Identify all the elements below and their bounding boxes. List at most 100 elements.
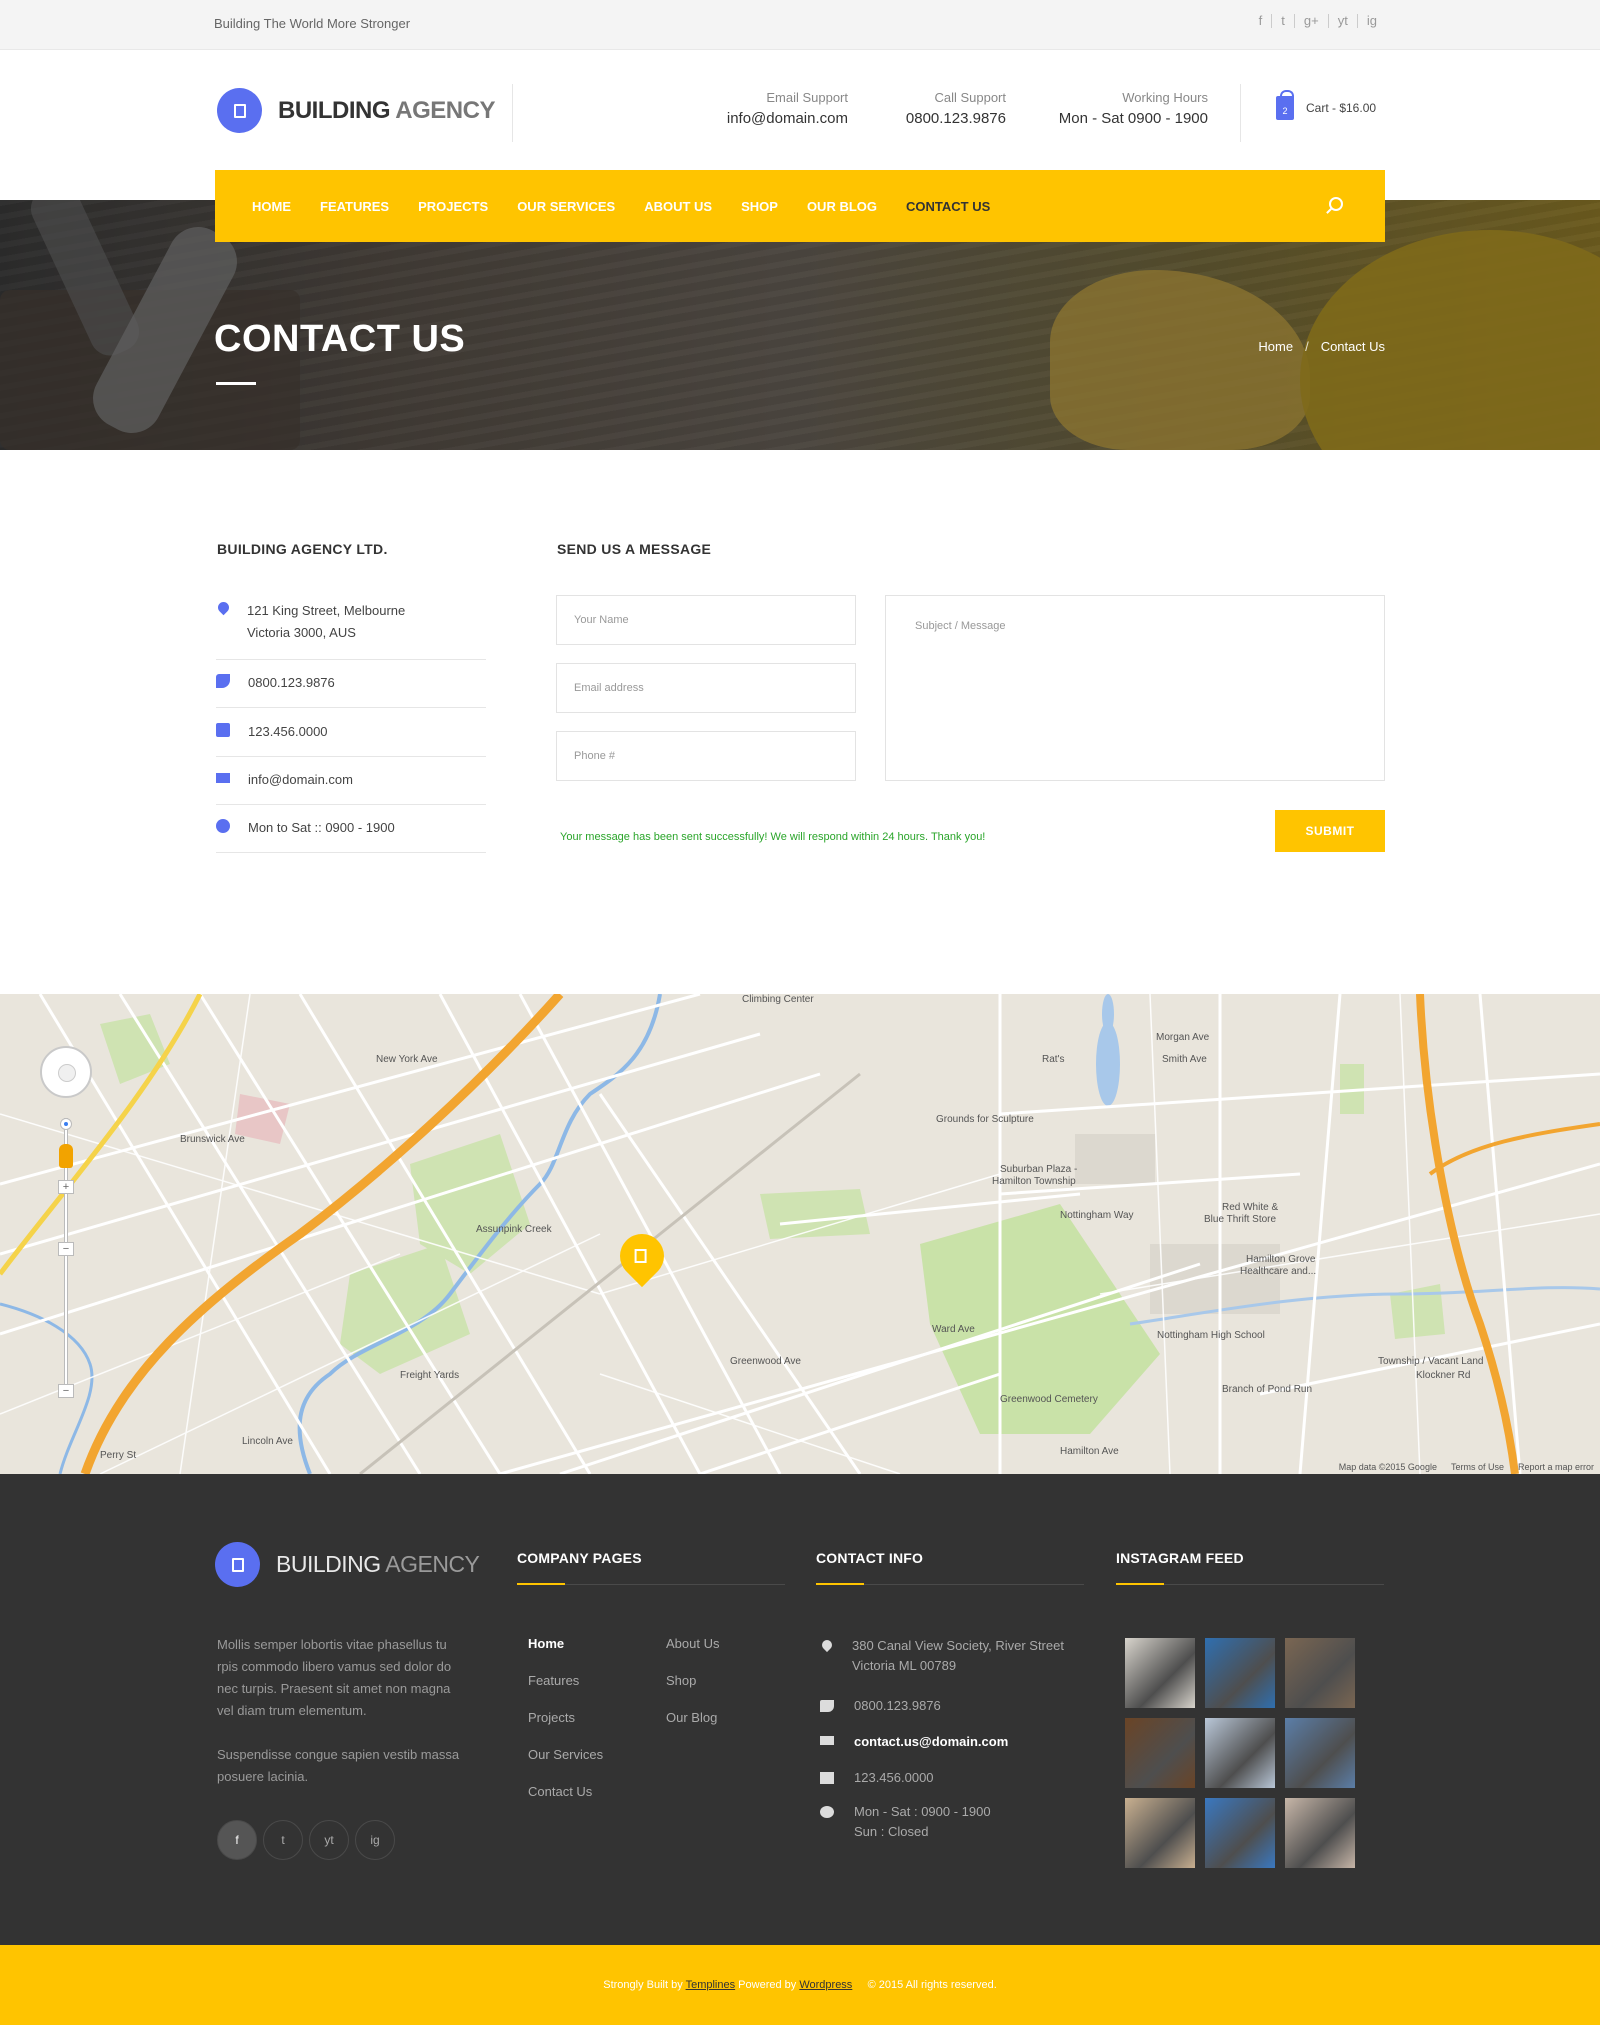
facebook-icon[interactable]: f bbox=[1250, 14, 1272, 28]
map-graphic bbox=[0, 994, 1600, 1474]
facebook-icon[interactable]: f bbox=[217, 1820, 257, 1860]
map-label: Freight Yards bbox=[400, 1370, 460, 1381]
footer-link-home[interactable]: Home bbox=[528, 1636, 603, 1673]
instagram-thumb[interactable] bbox=[1125, 1638, 1195, 1708]
footer-link-our-blog[interactable]: Our Blog bbox=[666, 1710, 719, 1747]
email-row: info@domain.com bbox=[216, 769, 486, 805]
instagram-thumb[interactable] bbox=[1205, 1798, 1275, 1868]
twitter-icon[interactable]: t bbox=[1271, 14, 1294, 28]
map-label: Assunpink Creek bbox=[476, 1224, 552, 1235]
company-pages-title: COMPANY PAGES bbox=[517, 1550, 785, 1585]
map-label: Hamilton Ave bbox=[1060, 1446, 1119, 1457]
built-by-text: Strongly Built by bbox=[603, 1979, 683, 1991]
phone-field[interactable]: Phone # bbox=[556, 731, 856, 781]
email-field[interactable]: Email address bbox=[556, 663, 856, 713]
pan-control-icon[interactable] bbox=[40, 1046, 92, 1098]
top-bar: Building The World More Stronger f t g+ … bbox=[0, 0, 1600, 50]
map-label: Brunswick Ave bbox=[180, 1134, 245, 1145]
email-support: Email Support info@domain.com bbox=[720, 90, 848, 127]
call-support-value[interactable]: 0800.123.9876 bbox=[880, 110, 1006, 127]
message-field[interactable]: Subject / Message bbox=[885, 595, 1385, 781]
nav-our-services[interactable]: OUR SERVICES bbox=[517, 199, 615, 214]
street-view-pegman-icon[interactable] bbox=[59, 1144, 73, 1168]
footer-link-about-us[interactable]: About Us bbox=[666, 1636, 719, 1673]
footer-link-projects[interactable]: Projects bbox=[528, 1710, 603, 1747]
breadcrumb-home[interactable]: Home bbox=[1258, 339, 1293, 354]
email-support-label: Email Support bbox=[766, 90, 848, 105]
footer-link-shop[interactable]: Shop bbox=[666, 1673, 719, 1710]
footer-link-our-services[interactable]: Our Services bbox=[528, 1747, 603, 1784]
nav-shop[interactable]: SHOP bbox=[741, 199, 778, 214]
breadcrumb-current: Contact Us bbox=[1320, 339, 1385, 354]
instagram-thumb[interactable] bbox=[1125, 1718, 1195, 1788]
footer-logo-text: BUILDING AGENCY bbox=[276, 1551, 480, 1577]
youtube-icon[interactable]: yt bbox=[309, 1820, 349, 1860]
instagram-thumb[interactable] bbox=[1285, 1638, 1355, 1708]
location-map[interactable]: Climbing Center Rat's Grounds for Sculpt… bbox=[0, 994, 1600, 1474]
clock-icon bbox=[216, 819, 230, 833]
footer-logo[interactable]: BUILDING AGENCY bbox=[215, 1542, 480, 1587]
submit-button[interactable]: SUBMIT bbox=[1275, 810, 1385, 852]
map-attribution: Map data ©2015 Google Terms of Use Report … bbox=[1325, 1462, 1594, 1472]
report-error-link[interactable]: Report a map error bbox=[1518, 1462, 1594, 1472]
locate-icon[interactable] bbox=[60, 1118, 72, 1130]
form-title: SEND US A MESSAGE bbox=[557, 541, 712, 557]
map-label: Smith Ave bbox=[1162, 1054, 1207, 1065]
email-support-value[interactable]: info@domain.com bbox=[720, 110, 848, 127]
templines-link[interactable]: Templines bbox=[686, 1979, 736, 1991]
nav-about-us[interactable]: ABOUT US bbox=[644, 199, 712, 214]
nav-features[interactable]: FEATURES bbox=[320, 199, 389, 214]
instagram-thumb[interactable] bbox=[1285, 1798, 1355, 1868]
map-label: Greenwood Ave bbox=[730, 1356, 801, 1367]
twitter-icon[interactable]: t bbox=[263, 1820, 303, 1860]
footer-phone: 0800.123.9876 bbox=[820, 1696, 1080, 1716]
hours-value: Mon to Sat :: 0900 - 1900 bbox=[248, 820, 395, 835]
success-message: Your message has been sent successfully!… bbox=[560, 831, 986, 843]
map-label: Lincoln Ave bbox=[242, 1436, 293, 1447]
zoom-slider-handle[interactable]: − bbox=[58, 1242, 74, 1256]
title-underline bbox=[216, 382, 256, 385]
nav-home[interactable]: HOME bbox=[252, 199, 291, 214]
instagram-feed-title: INSTAGRAM FEED bbox=[1116, 1550, 1384, 1585]
company-title: BUILDING AGENCY LTD. bbox=[217, 541, 388, 557]
name-field[interactable]: Your Name bbox=[556, 595, 856, 645]
email-value[interactable]: info@domain.com bbox=[248, 769, 353, 791]
site-logo[interactable]: BUILDING AGENCY bbox=[217, 88, 495, 133]
map-label: Climbing Center bbox=[742, 994, 814, 1005]
zoom-control[interactable]: + − − bbox=[58, 1118, 74, 1398]
instagram-thumb[interactable] bbox=[1285, 1718, 1355, 1788]
google-plus-icon[interactable]: g+ bbox=[1293, 14, 1328, 28]
call-support-label: Call Support bbox=[934, 90, 1006, 105]
copyright-bar: Strongly Built by Templines Powered by W… bbox=[0, 1945, 1600, 2025]
youtube-icon[interactable]: yt bbox=[1327, 14, 1357, 28]
cart-label: Cart - $16.00 bbox=[1306, 101, 1377, 115]
company-pages-col2: About Us Shop Our Blog bbox=[666, 1636, 719, 1747]
terms-link[interactable]: Terms of Use bbox=[1451, 1462, 1504, 1472]
site-footer: BUILDING AGENCY Mollis semper lobortis v… bbox=[0, 1474, 1600, 1945]
tagline: Building The World More Stronger bbox=[214, 16, 411, 31]
zoom-in-button[interactable]: + bbox=[58, 1180, 74, 1194]
cart-button[interactable]: 2 Cart - $16.00 bbox=[1276, 90, 1377, 120]
powered-by-text: Powered by bbox=[738, 1979, 797, 1991]
instagram-icon[interactable]: ig bbox=[355, 1820, 395, 1860]
copyright-text: © 2015 All rights reserved. bbox=[867, 1979, 997, 1991]
page-title: CONTACT US bbox=[214, 318, 466, 360]
instagram-thumb[interactable] bbox=[1125, 1798, 1195, 1868]
zoom-out-button[interactable]: − bbox=[58, 1384, 74, 1398]
printer-icon bbox=[216, 723, 230, 737]
instagram-thumb[interactable] bbox=[1205, 1718, 1275, 1788]
footer-about: Mollis semper lobortis vitae phasellus t… bbox=[217, 1634, 467, 1810]
printer-icon bbox=[820, 1772, 834, 1784]
footer-social: f t yt ig bbox=[217, 1820, 401, 1860]
footer-link-contact-us[interactable]: Contact Us bbox=[528, 1784, 603, 1821]
nav-projects[interactable]: PROJECTS bbox=[418, 199, 488, 214]
top-social-links: f t g+ yt ig bbox=[1250, 14, 1386, 28]
nav-our-blog[interactable]: OUR BLOG bbox=[807, 199, 877, 214]
search-icon[interactable] bbox=[1329, 197, 1343, 211]
map-label: Blue Thrift Store bbox=[1204, 1214, 1277, 1225]
footer-link-features[interactable]: Features bbox=[528, 1673, 603, 1710]
instagram-thumb[interactable] bbox=[1205, 1638, 1275, 1708]
instagram-icon[interactable]: ig bbox=[1356, 14, 1386, 28]
nav-contact-us[interactable]: CONTACT US bbox=[906, 199, 990, 214]
wordpress-link[interactable]: Wordpress bbox=[799, 1979, 852, 1991]
